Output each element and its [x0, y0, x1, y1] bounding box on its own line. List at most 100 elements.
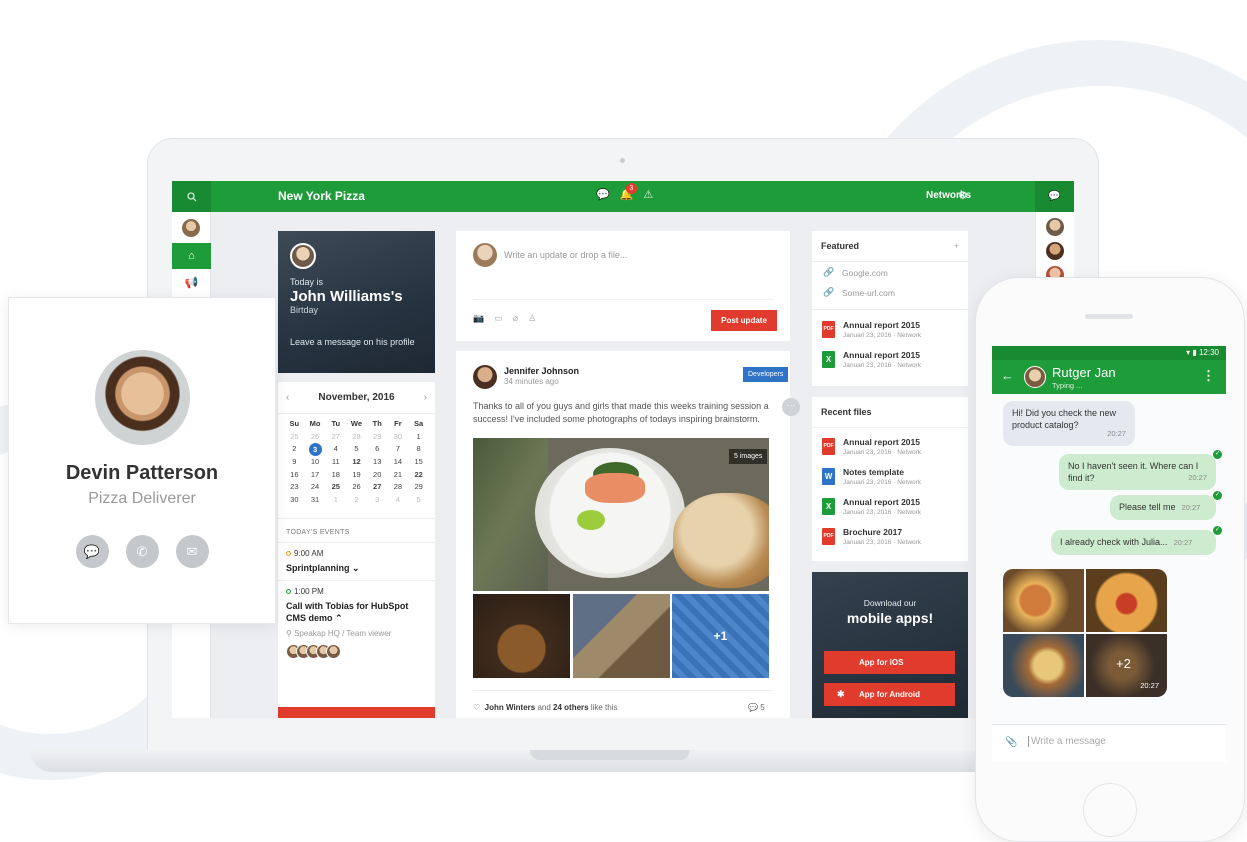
- contact-avatar[interactable]: [1046, 218, 1064, 236]
- calendar-day[interactable]: 12: [346, 456, 367, 469]
- featured-link[interactable]: 🔗 Google.com: [812, 262, 968, 282]
- chat-bubbles-icon[interactable]: 💬: [596, 188, 610, 201]
- calendar-day[interactable]: 4: [388, 494, 409, 507]
- person-tag-icon[interactable]: ♙: [528, 313, 536, 324]
- paperclip-icon[interactable]: ⌀: [513, 313, 518, 324]
- calendar-day[interactable]: 26: [305, 431, 326, 444]
- calendar-day[interactable]: 9: [284, 456, 305, 469]
- calendar-day[interactable]: 2: [346, 494, 367, 507]
- featured-link[interactable]: 🔗 Some-url.com: [812, 282, 968, 302]
- calendar-day[interactable]: 1: [325, 494, 346, 507]
- shared-photo[interactable]: [1003, 634, 1084, 697]
- calendar-day[interactable]: 30: [284, 494, 305, 507]
- heart-icon[interactable]: ♡: [473, 703, 480, 712]
- calendar-day[interactable]: 21: [388, 469, 409, 482]
- message-input[interactable]: Write a message: [1028, 736, 1106, 747]
- avatar[interactable]: [473, 365, 497, 389]
- calendar-day[interactable]: 29: [367, 431, 388, 444]
- shared-photos[interactable]: +2 20:27: [1003, 569, 1167, 697]
- gear-icon[interactable]: ⚙: [958, 189, 968, 202]
- kebab-menu-icon[interactable]: ⋮: [1202, 368, 1215, 384]
- calendar-day[interactable]: 11: [325, 456, 346, 469]
- calendar-day[interactable]: 3: [367, 494, 388, 507]
- post-thumbnail-more[interactable]: +1: [672, 594, 769, 678]
- calendar-day[interactable]: 30: [388, 431, 409, 444]
- calendar-day[interactable]: 10: [305, 456, 326, 469]
- contact-avatar[interactable]: [1046, 242, 1064, 260]
- email-button[interactable]: ✉: [175, 535, 209, 568]
- file-item[interactable]: PDF Brochure 2017 Januari 23, 2016 · Net…: [812, 523, 968, 553]
- calendar-day[interactable]: 25: [325, 481, 346, 494]
- calendar-day[interactable]: 7: [388, 443, 409, 456]
- calendar-day[interactable]: 31: [305, 494, 326, 507]
- chevron-left-icon[interactable]: ‹: [286, 392, 289, 403]
- chevron-right-icon[interactable]: ›: [424, 392, 427, 403]
- calendar-day[interactable]: 26: [346, 481, 367, 494]
- post-author[interactable]: Jennifer Johnson: [504, 366, 579, 376]
- chat-panel-button[interactable]: 💬: [1035, 181, 1074, 212]
- calendar-day[interactable]: 16: [284, 469, 305, 482]
- android-app-button[interactable]: ✱ App for Android: [824, 683, 955, 706]
- nav-announcements[interactable]: 📢: [172, 269, 211, 295]
- calendar-day[interactable]: 24: [305, 481, 326, 494]
- file-item[interactable]: PDF Annual report 2015 Januari 23, 2016 …: [812, 316, 968, 346]
- post-thumbnail[interactable]: [473, 594, 570, 678]
- calendar-day[interactable]: 5: [408, 494, 429, 507]
- paperclip-icon[interactable]: 📎: [1005, 737, 1017, 748]
- post-main-image[interactable]: 5 images: [473, 438, 769, 591]
- calendar-day[interactable]: 17: [305, 469, 326, 482]
- post-update-button[interactable]: Post update: [711, 310, 777, 331]
- calendar-day[interactable]: 28: [346, 431, 367, 444]
- search-button[interactable]: [172, 181, 211, 212]
- calendar-day[interactable]: 4: [325, 443, 346, 456]
- call-button[interactable]: ✆: [125, 535, 159, 568]
- calendar-day[interactable]: 23: [284, 481, 305, 494]
- calendar-day[interactable]: 2: [284, 443, 305, 456]
- composer-input[interactable]: Write an update or drop a file...: [504, 250, 627, 260]
- calendar-day[interactable]: 3: [308, 443, 322, 456]
- avatar[interactable]: [182, 219, 200, 237]
- file-item[interactable]: W Notes template Januari 23, 2016 · Netw…: [812, 463, 968, 493]
- likes-summary[interactable]: ♡ John Winters and 24 others like this: [473, 703, 618, 712]
- calendar-day[interactable]: 22: [408, 469, 429, 482]
- birthday-card[interactable]: Today is John Williams's Birtday Leave a…: [278, 231, 435, 373]
- calendar-day[interactable]: 1: [408, 431, 429, 444]
- file-item[interactable]: X Annual report 2015 Januari 23, 2016 · …: [812, 346, 968, 376]
- video-icon[interactable]: ▭: [494, 313, 503, 324]
- camera-icon[interactable]: 📷: [473, 313, 484, 324]
- comments-count[interactable]: 💬 5: [748, 703, 765, 712]
- calendar-day[interactable]: 18: [325, 469, 346, 482]
- event-item[interactable]: 1:00 PM Call with Tobias for HubSpot CMS…: [278, 580, 435, 665]
- more-options-button[interactable]: ···: [782, 398, 800, 416]
- shared-photo-more[interactable]: +2 20:27: [1086, 634, 1167, 697]
- group-badge[interactable]: Developers: [743, 367, 789, 382]
- ios-app-button[interactable]: App for iOS: [824, 651, 955, 674]
- back-arrow-icon[interactable]: ←: [1001, 368, 1014, 383]
- message-button[interactable]: 💬: [75, 535, 109, 568]
- calendar-day[interactable]: 5: [346, 443, 367, 456]
- nav-home[interactable]: ⌂: [172, 243, 211, 269]
- calendar-day[interactable]: 6: [367, 443, 388, 456]
- avatar[interactable]: [1024, 366, 1046, 388]
- warning-icon[interactable]: ⚠: [643, 188, 653, 201]
- calendar-day[interactable]: 8: [408, 443, 429, 456]
- calendar-day[interactable]: 25: [284, 431, 305, 444]
- calendar-day[interactable]: 13: [367, 456, 388, 469]
- calendar-day[interactable]: 29: [408, 481, 429, 494]
- shared-photo[interactable]: [1003, 569, 1084, 632]
- event-item[interactable]: 9:00 AM Sprintplanning ⌄: [278, 542, 435, 580]
- post-thumbnail[interactable]: [573, 594, 670, 678]
- calendar-day[interactable]: 19: [346, 469, 367, 482]
- file-item[interactable]: PDF Annual report 2015 Januari 23, 2016 …: [812, 433, 968, 463]
- calendar-day[interactable]: 27: [367, 481, 388, 494]
- calendar-day[interactable]: 20: [367, 469, 388, 482]
- calendar-day[interactable]: 15: [408, 456, 429, 469]
- notifications-button[interactable]: 🔔 3: [620, 183, 637, 201]
- add-icon[interactable]: +: [954, 241, 959, 251]
- calendar-day[interactable]: 28: [388, 481, 409, 494]
- calendar-day[interactable]: 14: [388, 456, 409, 469]
- shared-photo[interactable]: [1086, 569, 1167, 632]
- file-item[interactable]: X Annual report 2015 Januari 23, 2016 · …: [812, 493, 968, 523]
- calendar-day[interactable]: 27: [325, 431, 346, 444]
- birthday-cta-link[interactable]: Leave a message on his profile: [290, 337, 423, 347]
